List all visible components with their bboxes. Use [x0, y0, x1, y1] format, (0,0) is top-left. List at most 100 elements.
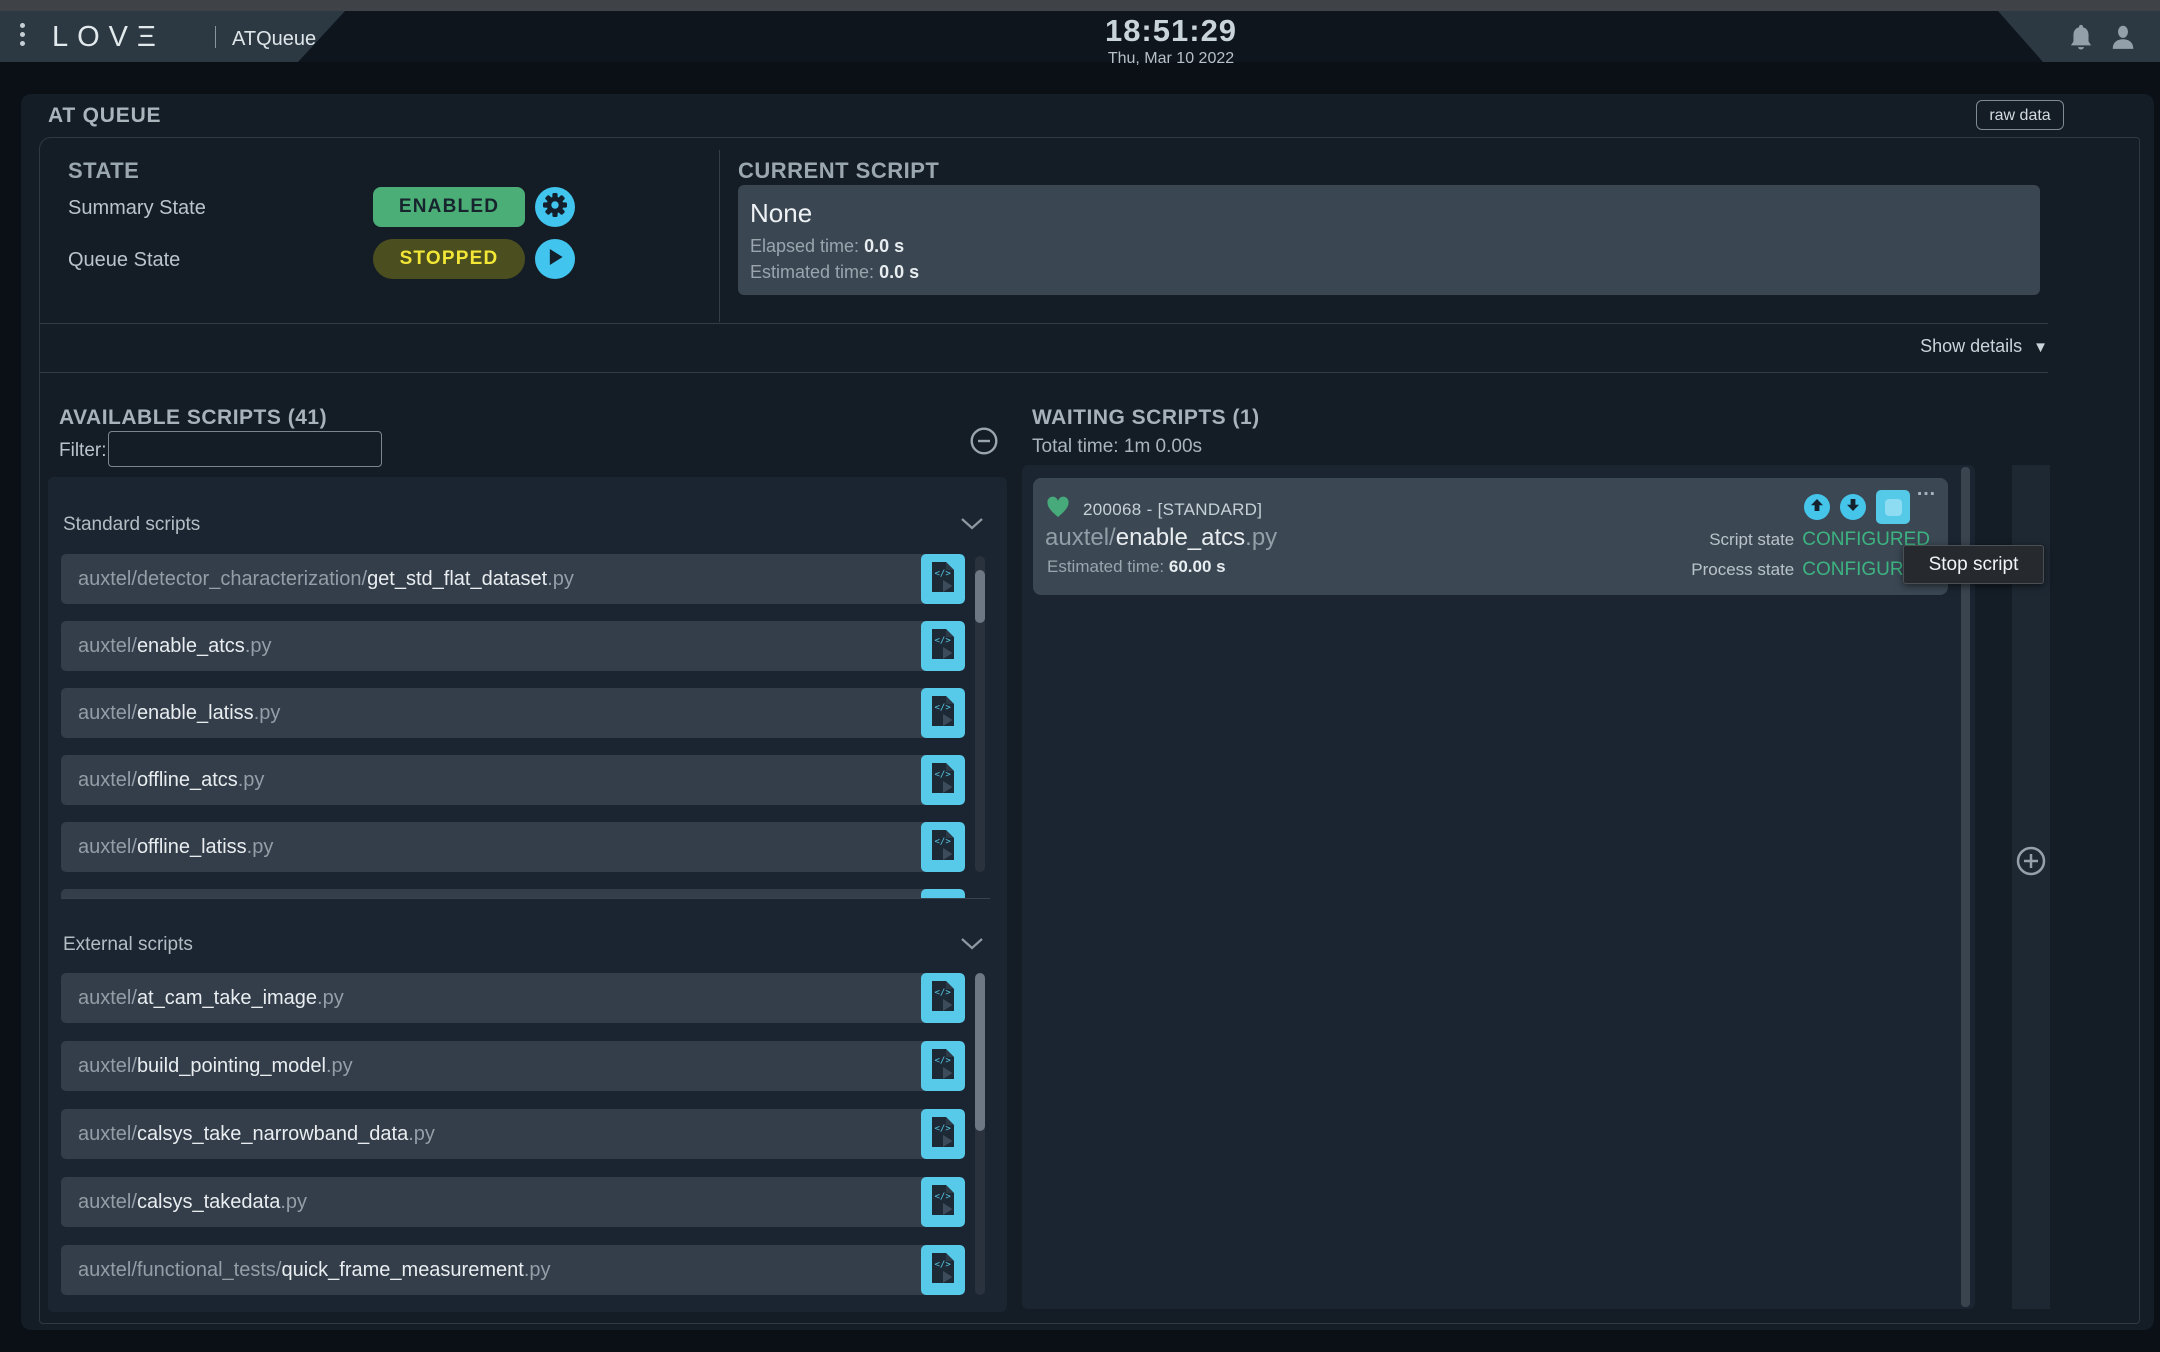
launch-script-button[interactable]: </>	[921, 1177, 965, 1227]
standard-scrollbar-thumb[interactable]	[975, 570, 985, 623]
current-script-name: None	[750, 198, 813, 228]
expand-plus-icon[interactable]	[2015, 845, 2047, 882]
summary-state-config-button[interactable]	[535, 187, 575, 227]
script-path: auxtel/detector_characterization/	[78, 568, 368, 590]
available-script-row[interactable]: auxtel/enable_latiss.py </>	[61, 688, 965, 738]
standard-scripts-header: Standard scripts	[63, 514, 201, 535]
script-name: quick_frame_measurement	[281, 1259, 524, 1281]
launch-script-button[interactable]: </>	[921, 973, 965, 1023]
external-scrollbar-thumb[interactable]	[975, 973, 985, 1131]
script-launch-icon: </>	[930, 980, 956, 1017]
chevron-down-icon: ▼	[2033, 339, 2048, 356]
show-details-toggle[interactable]: Show details ▼	[1700, 336, 2048, 357]
script-path: auxtel/	[78, 635, 137, 657]
script-name: build_pointing_model	[136, 1055, 326, 1077]
script-ext: .py	[244, 635, 272, 657]
move-script-up-button[interactable]	[1804, 494, 1830, 520]
logo-e-glyph: Ξ	[137, 21, 165, 53]
script-path: auxtel/	[78, 1191, 137, 1213]
launch-script-button[interactable]: </>	[921, 621, 965, 671]
script-launch-icon: </>	[930, 1184, 956, 1221]
svg-text:</>: </>	[935, 988, 952, 998]
available-script-row[interactable]: auxtel/at_cam_take_image.py </>	[61, 973, 965, 1023]
script-launch-icon: </>	[930, 628, 956, 665]
available-script-row[interactable]: auxtel/offline_latiss.py </>	[61, 822, 965, 872]
script-ext: .py	[547, 568, 574, 590]
current-script-card	[738, 185, 2040, 295]
move-script-down-button[interactable]	[1840, 494, 1866, 520]
launch-script-button[interactable]: </>	[921, 554, 965, 604]
svg-text:</>: </>	[935, 1192, 952, 1202]
waiting-scrollbar[interactable]	[1961, 467, 1970, 1307]
launch-script-button[interactable]: </>	[921, 1041, 965, 1091]
menu-kebab-icon[interactable]	[20, 23, 26, 50]
available-script-row[interactable]: auxtel/build_pointing_model.py </>	[61, 1041, 965, 1091]
waiting-total-time: Total time: 1m 0.00s	[1032, 436, 1203, 457]
script-path: auxtel/functional_tests/	[78, 1259, 282, 1281]
user-icon[interactable]	[2110, 25, 2136, 56]
svg-text:</>: </>	[935, 1260, 952, 1270]
script-ext: .py	[246, 836, 274, 858]
svg-text:</>: </>	[935, 770, 952, 780]
script-launch-icon: </>	[930, 1116, 956, 1153]
summary-state-label: Summary State	[68, 197, 206, 219]
external-chevron-icon[interactable]	[960, 937, 984, 955]
launch-script-button[interactable]: </>	[921, 1245, 965, 1295]
divider	[40, 372, 2048, 373]
waiting-script-type: [STANDARD]	[1157, 500, 1263, 519]
script-ext: .py	[325, 1055, 353, 1077]
script-path: auxtel/	[78, 1123, 137, 1145]
stop-script-button[interactable]	[1876, 490, 1910, 524]
script-ext: .py	[523, 1259, 551, 1281]
raw-data-button[interactable]: raw data	[1976, 100, 2064, 130]
script-name: calsys_take_narrowband_data	[136, 1123, 409, 1145]
svg-text:</>: </>	[935, 1056, 952, 1066]
clock: 18:51:29 Thu, Mar 10 2022	[1021, 13, 1321, 68]
waiting-script-name: auxtel/enable_atcs.py	[1045, 524, 1278, 551]
atqueue-app: LOVΞ ATQueue 18:51:29 Thu, Mar 10 2022 A…	[0, 0, 2160, 1352]
page-title: AT QUEUE	[48, 104, 162, 127]
standard-scrollbar[interactable]	[975, 556, 985, 872]
available-script-row[interactable]: auxtel/detector_characterization/get_std…	[61, 554, 965, 604]
launch-script-button[interactable]: </>	[921, 1109, 965, 1159]
script-ext: .py	[237, 769, 265, 791]
script-ext: .py	[280, 1191, 308, 1213]
heartbeat-icon	[1046, 496, 1070, 523]
script-more-menu[interactable]: …	[1916, 478, 1938, 501]
filter-input[interactable]	[108, 431, 382, 467]
love-logo: LOVΞ	[52, 21, 165, 53]
play-icon	[547, 247, 564, 272]
queue-play-button[interactable]	[535, 239, 575, 279]
launch-script-button[interactable]: </>	[921, 822, 965, 872]
available-script-row[interactable]: auxtel/calsys_take_narrowband_data.py </…	[61, 1109, 965, 1159]
script-name: offline_atcs	[136, 769, 238, 791]
filter-label: Filter:	[59, 440, 107, 461]
available-script-row[interactable]: auxtel/offline_atcs.py </>	[61, 755, 965, 805]
standard-chevron-icon[interactable]	[960, 517, 984, 535]
launch-script-button[interactable]: </>	[921, 688, 965, 738]
svg-text:</>: </>	[935, 569, 952, 579]
clock-time: 18:51:29	[1104, 13, 1238, 48]
script-name: enable_latiss	[136, 702, 254, 724]
available-script-row[interactable]: auxtel/calsys_takedata.py </>	[61, 1177, 965, 1227]
collapse-minus-icon[interactable]	[969, 426, 999, 461]
script-launch-icon: </>	[930, 1252, 956, 1289]
waiting-script-id: 200068 - [STANDARD]	[1083, 500, 1263, 519]
external-scrollbar[interactable]	[975, 973, 985, 1295]
script-path: auxtel/	[78, 769, 137, 791]
svg-text:</>: </>	[935, 837, 952, 847]
available-script-row[interactable]: auxtel/enable_atcs.py </>	[61, 621, 965, 671]
clock-date: Thu, Mar 10 2022	[1107, 50, 1235, 67]
available-script-row[interactable]: auxtel/functional_tests/quick_frame_meas…	[61, 1245, 965, 1295]
arrow-down-icon	[1846, 498, 1860, 517]
state-heading: STATE	[68, 158, 140, 183]
script-launch-icon: </>	[930, 829, 956, 866]
svg-text:</>: </>	[935, 636, 952, 646]
launch-script-button[interactable]: </>	[921, 755, 965, 805]
script-name: enable_atcs	[136, 635, 245, 657]
script-launch-icon: </>	[930, 695, 956, 732]
gear-icon	[542, 192, 568, 223]
notifications-bell-icon[interactable]	[2068, 24, 2094, 57]
script-launch-icon: </>	[930, 1048, 956, 1085]
process-state-line: Process state CONFIGURED	[1691, 559, 1930, 580]
